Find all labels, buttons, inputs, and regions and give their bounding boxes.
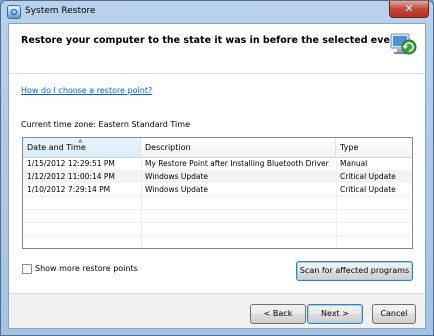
system-restore-app-icon xyxy=(7,5,21,19)
system-restore-window: System Restore ✕ Restore your computer t… xyxy=(0,0,434,336)
header-divider xyxy=(9,73,425,74)
back-button[interactable]: < Back xyxy=(250,304,306,324)
sort-ascending-icon: ▲ xyxy=(78,137,83,144)
title-bar[interactable]: System Restore ✕ xyxy=(1,1,433,23)
cell-type: Critical Update xyxy=(340,185,396,194)
restore-points-table[interactable]: ▲ Date and Time Description Type 1/15/20… xyxy=(22,137,413,249)
cell-type: Manual xyxy=(340,159,368,168)
show-more-checkbox[interactable] xyxy=(22,264,32,274)
cell-type: Critical Update xyxy=(340,172,396,181)
system-restore-icon xyxy=(390,33,417,55)
wizard-footer: < Back Next > Cancel xyxy=(9,294,425,328)
table-header: ▲ Date and Time Description Type xyxy=(23,138,412,158)
help-link-choose-restore-point[interactable]: How do I choose a restore point? xyxy=(21,86,152,95)
close-button[interactable]: ✕ xyxy=(389,1,429,18)
column-header-description[interactable]: Description xyxy=(141,138,336,157)
window-title: System Restore xyxy=(25,6,96,16)
show-more-label[interactable]: Show more restore points xyxy=(35,264,138,273)
cell-description: Windows Update xyxy=(145,172,209,181)
grid-line xyxy=(23,235,412,236)
grid-line xyxy=(23,196,412,197)
column-header-date[interactable]: ▲ Date and Time xyxy=(23,138,141,157)
wizard-header: Restore your computer to the state it wa… xyxy=(9,24,425,70)
cancel-button[interactable]: Cancel xyxy=(372,304,416,324)
column-header-type[interactable]: Type xyxy=(336,138,412,157)
grid-line xyxy=(23,222,412,223)
cell-date: 1/10/2012 7:29:14 PM xyxy=(27,185,111,194)
cell-date: 1/15/2012 12:29:51 PM xyxy=(27,159,115,168)
next-button[interactable]: Next > xyxy=(307,304,363,324)
timezone-label: Current time zone: Eastern Standard Time xyxy=(21,120,190,129)
cell-date: 1/12/2012 11:00:14 PM xyxy=(27,172,115,181)
scan-affected-programs-button[interactable]: Scan for affected programs xyxy=(296,261,413,281)
table-row[interactable]: 1/10/2012 7:29:14 PM Windows Update Crit… xyxy=(23,183,412,196)
table-row[interactable]: 1/12/2012 11:00:14 PM Windows Update Cri… xyxy=(23,170,412,183)
grid-line xyxy=(23,209,412,210)
cell-description: Windows Update xyxy=(145,185,209,194)
cell-description: My Restore Point after Installing Blueto… xyxy=(145,159,329,168)
page-title: Restore your computer to the state it wa… xyxy=(21,35,402,46)
wizard-content: Restore your computer to the state it wa… xyxy=(8,23,426,329)
table-row[interactable]: 1/15/2012 12:29:51 PM My Restore Point a… xyxy=(23,157,412,170)
